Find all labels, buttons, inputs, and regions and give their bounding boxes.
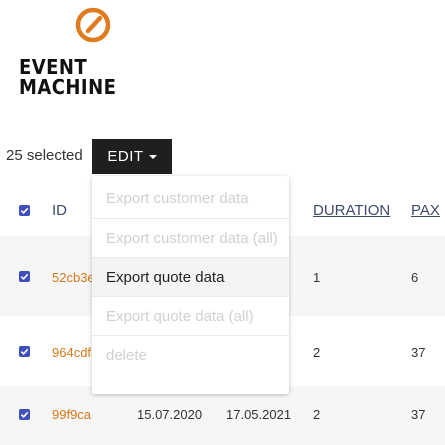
table-row: 99f9ca 15.07.2020 17.05.2021 2 37: [0, 386, 445, 445]
logo-icon: [75, 7, 111, 43]
row-checkbox[interactable]: [19, 271, 30, 282]
row-duration: 2: [313, 345, 321, 360]
menu-item-export-quote-data-all: Export quote data (all): [92, 296, 289, 335]
edit-dropdown-menu: Export customer data Export customer dat…: [92, 176, 289, 394]
row-end-date: 17.05.2021: [226, 407, 292, 422]
row-start-date: 15.07.2020: [137, 407, 203, 422]
check-icon: [20, 348, 29, 355]
row-checkbox[interactable]: [19, 409, 30, 420]
caret-down-icon: [148, 154, 157, 159]
column-header-id: ID: [52, 202, 67, 219]
logo-line-1: EVENT: [19, 55, 88, 79]
row-id-link[interactable]: 964cdf: [52, 345, 91, 360]
logo-line-2: MACHINE: [19, 75, 117, 99]
check-icon: [20, 207, 29, 214]
menu-item-delete: delete: [92, 335, 289, 374]
logo-wordmark: EVENT MACHINE: [19, 57, 116, 97]
row-duration: 1: [313, 270, 321, 285]
row-duration: 2: [313, 407, 321, 422]
menu-item-export-customer-data-all: Export customer data (all): [92, 218, 289, 257]
row-checkbox[interactable]: [19, 346, 30, 357]
edit-button-label: EDIT: [107, 148, 144, 165]
column-header-duration[interactable]: DURATION: [313, 202, 390, 219]
row-id-link[interactable]: 52cb3e: [52, 270, 95, 285]
menu-item-export-customer-data: Export customer data: [106, 190, 249, 207]
check-icon: [20, 273, 29, 280]
menu-item-export-quote-data[interactable]: Export quote data: [92, 257, 289, 296]
select-all-checkbox[interactable]: [19, 205, 30, 216]
selected-count: 25 selected: [6, 147, 83, 164]
row-pax: 37: [411, 345, 426, 360]
column-header-pax[interactable]: PAX: [411, 202, 440, 219]
row-pax: 37: [411, 407, 426, 422]
check-icon: [20, 411, 29, 418]
row-pax: 6: [411, 270, 419, 285]
edit-button[interactable]: EDIT: [92, 139, 172, 174]
row-id-link[interactable]: 99f9ca: [52, 407, 91, 422]
